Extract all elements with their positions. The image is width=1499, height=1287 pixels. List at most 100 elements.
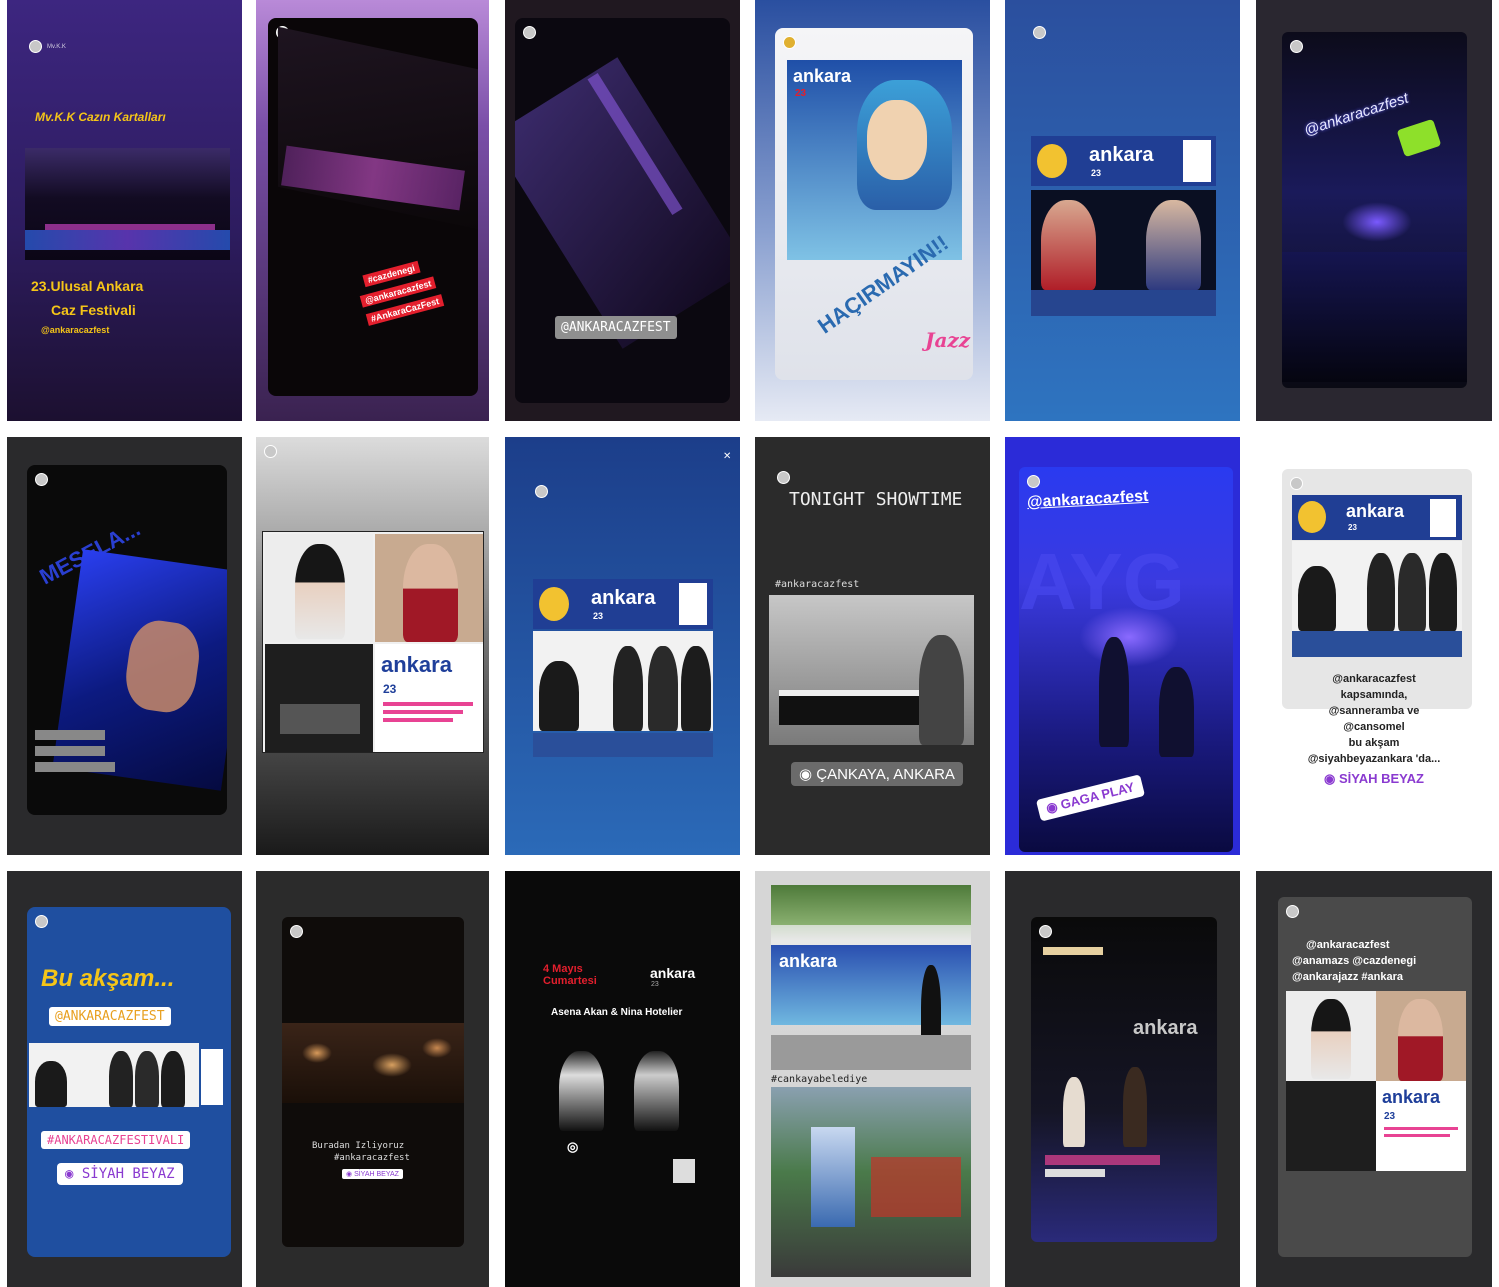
performers-photo (1031, 190, 1216, 290)
story-header (35, 473, 48, 486)
artist-collage: ankara 23 (1286, 991, 1466, 1171)
story-header (535, 485, 548, 498)
brand: ankara (793, 66, 852, 86)
username: Mv.K.K (47, 43, 66, 50)
story-tile-15[interactable]: 4 Mayıs Cumartesi ankara 23 Asena Akan &… (505, 871, 740, 1287)
story-grid: Mv.K.K Mv.K.K Cazın Kartalları 23.Ulusal… (0, 0, 1499, 1287)
street-photo (771, 1087, 971, 1277)
story-header (1033, 26, 1046, 39)
artist-photo-2 (375, 534, 483, 642)
avatar (777, 471, 790, 484)
story-tile-3[interactable]: @ANKARACAZFEST (505, 0, 740, 421)
close-icon[interactable]: ✕ (723, 451, 733, 462)
story-header (1027, 475, 1040, 488)
headline: TONIGHT SHOWTIME (789, 489, 963, 510)
story-header (1039, 925, 1052, 938)
festival-poster: ankara 23 (787, 60, 962, 260)
story-tile-4[interactable]: ankara 23 HAÇIRMAYIN!! Jazz (755, 0, 990, 421)
caption-line: @ankaracazfest (1332, 673, 1416, 685)
hashtag: #cankayabelediye (771, 1074, 868, 1085)
location-pin-icon: ◉ (1324, 771, 1339, 786)
tag-1: @ankaracazfest (1306, 939, 1390, 951)
hashtag: #ankaracazfest (334, 1153, 410, 1163)
jazz-sticker: Jazz (925, 328, 971, 352)
story-tile-10[interactable]: TONIGHT SHOWTIME #ankaracazfest ◉ ÇANKAY… (755, 437, 990, 855)
story-tile-17[interactable]: ankara (1005, 871, 1240, 1287)
story-title: Mv.K.K Cazın Kartalları (35, 110, 166, 124)
festival-poster: ankara (771, 945, 971, 1025)
story-card: #cazdenegi @ankaracazfest #AnkaraCazFest (268, 18, 478, 396)
location-pin-icon: ◉ (346, 1171, 355, 1178)
location-text: SİYAH BEYAZ (81, 1166, 175, 1182)
location-sticker: ◉ ÇANKAYA, ANKARA (791, 762, 963, 786)
story-tile-1[interactable]: Mv.K.K Mv.K.K Cazın Kartalları 23.Ulusal… (7, 0, 242, 421)
tag-3: @ankarajazz #ankara (1292, 971, 1404, 983)
story-handle: @ankaracazfest (41, 325, 110, 335)
story-tile-5[interactable]: ankara 23 (1005, 0, 1240, 421)
story-header (783, 36, 796, 49)
story-tile-2[interactable]: #cazdenegi @ankaracazfest #AnkaraCazFest (256, 0, 489, 421)
story-card: Buradan Izliyoruz #ankaracazfest ◉ SİYAH… (282, 917, 464, 1247)
location-text: SİYAH BEYAZ (354, 1171, 399, 1178)
story-card: ankara 23 (527, 477, 717, 777)
story-card: MESELA... (27, 465, 227, 815)
story-tile-18[interactable]: @ankaracazfest @anamazs @cazdenegi @anka… (1256, 871, 1492, 1287)
story-tile-14[interactable]: Buradan Izliyoruz #ankaracazfest ◉ SİYAH… (256, 871, 489, 1287)
mention: @ANKARACAZFEST (49, 1007, 171, 1026)
location-sticker: ◉ SİYAH BEYAZ (57, 1163, 183, 1185)
story-tile-9[interactable]: ✕ ankara 23 (505, 437, 740, 855)
caption-line: @siyahbeyazankara 'da... (1307, 753, 1441, 765)
story-header (35, 915, 48, 928)
story-header (523, 26, 536, 39)
avatar (1027, 475, 1040, 488)
story-header (777, 471, 790, 484)
artist-collage: ankara 23 (262, 531, 484, 753)
hashtag: #ankaracazfest (775, 579, 860, 590)
story-card: ankara 23 HAÇIRMAYIN!! Jazz (775, 28, 973, 380)
mention: @ankaracazfest (1026, 487, 1149, 512)
caption-line: kapsamında, (1340, 689, 1408, 701)
story-card: @ankaracazfest AYG ◉ GAGA PLAY (1019, 467, 1233, 852)
venue-photo (282, 1023, 464, 1103)
story-header (264, 445, 277, 458)
event-date: 4 Mayıs Cumartesi (543, 963, 597, 987)
band-photo (1292, 541, 1462, 631)
avatar (1290, 40, 1303, 53)
story-tile-13[interactable]: Bu akşam... @ANKARACAZFEST #ANKARACAZFES… (7, 871, 242, 1287)
story-line-2: Caz Festivali (51, 302, 136, 318)
story-header (1286, 905, 1299, 918)
location-pin-icon: ◉ (65, 1166, 82, 1182)
caption: Buradan Izliyoruz (312, 1141, 405, 1151)
band-photo (29, 1043, 199, 1107)
avatar (35, 473, 48, 486)
location-sticker: ◉ GAGA PLAY (1035, 774, 1145, 822)
mention: @ankaracazfest (1302, 89, 1411, 140)
avatar (535, 485, 548, 498)
story-tile-12[interactable]: ankara 23 @ankaracazfest kapsamında, @sa… (1256, 437, 1492, 855)
billboard-photo: ankara (771, 885, 971, 1070)
story-tile-7[interactable]: MESELA... (7, 437, 242, 855)
avatar (1290, 477, 1303, 490)
sticker: @ANKARACAZFEST (555, 316, 677, 339)
story-header (290, 925, 303, 938)
story-card: ankara (1031, 917, 1217, 1242)
story-line-1: 23.Ulusal Ankara (31, 278, 144, 294)
brand: ankara (1133, 1017, 1198, 1039)
location-sticker: ◉ SİYAH BEYAZ (342, 1169, 403, 1179)
story-card: @ANKARACAZFEST (515, 18, 730, 403)
story-tile-8[interactable]: ankara 23 (256, 437, 489, 855)
story-card: ankara 23 (1025, 18, 1223, 318)
story-tile-16[interactable]: ankara #cankayabelediye (755, 871, 990, 1287)
location-text: GAGA PLAY (1058, 779, 1136, 813)
story-tile-6[interactable]: @ankaracazfest (1256, 0, 1492, 421)
avatar (1039, 925, 1052, 938)
tag-2: @anamazs @cazdenegi (1292, 955, 1417, 967)
story-card: @ankaracazfest (1282, 32, 1467, 388)
artist-names: Asena Akan & Nina Hotelier (551, 1007, 683, 1018)
story-header (1290, 477, 1303, 490)
band-photo (533, 631, 713, 731)
caption-line: @sanneramba ve (1328, 705, 1420, 717)
festival-poster: ankara 23 (1031, 136, 1216, 186)
story-tile-11[interactable]: @ankaracazfest AYG ◉ GAGA PLAY (1005, 437, 1240, 855)
artist-photo-3 (265, 644, 373, 752)
